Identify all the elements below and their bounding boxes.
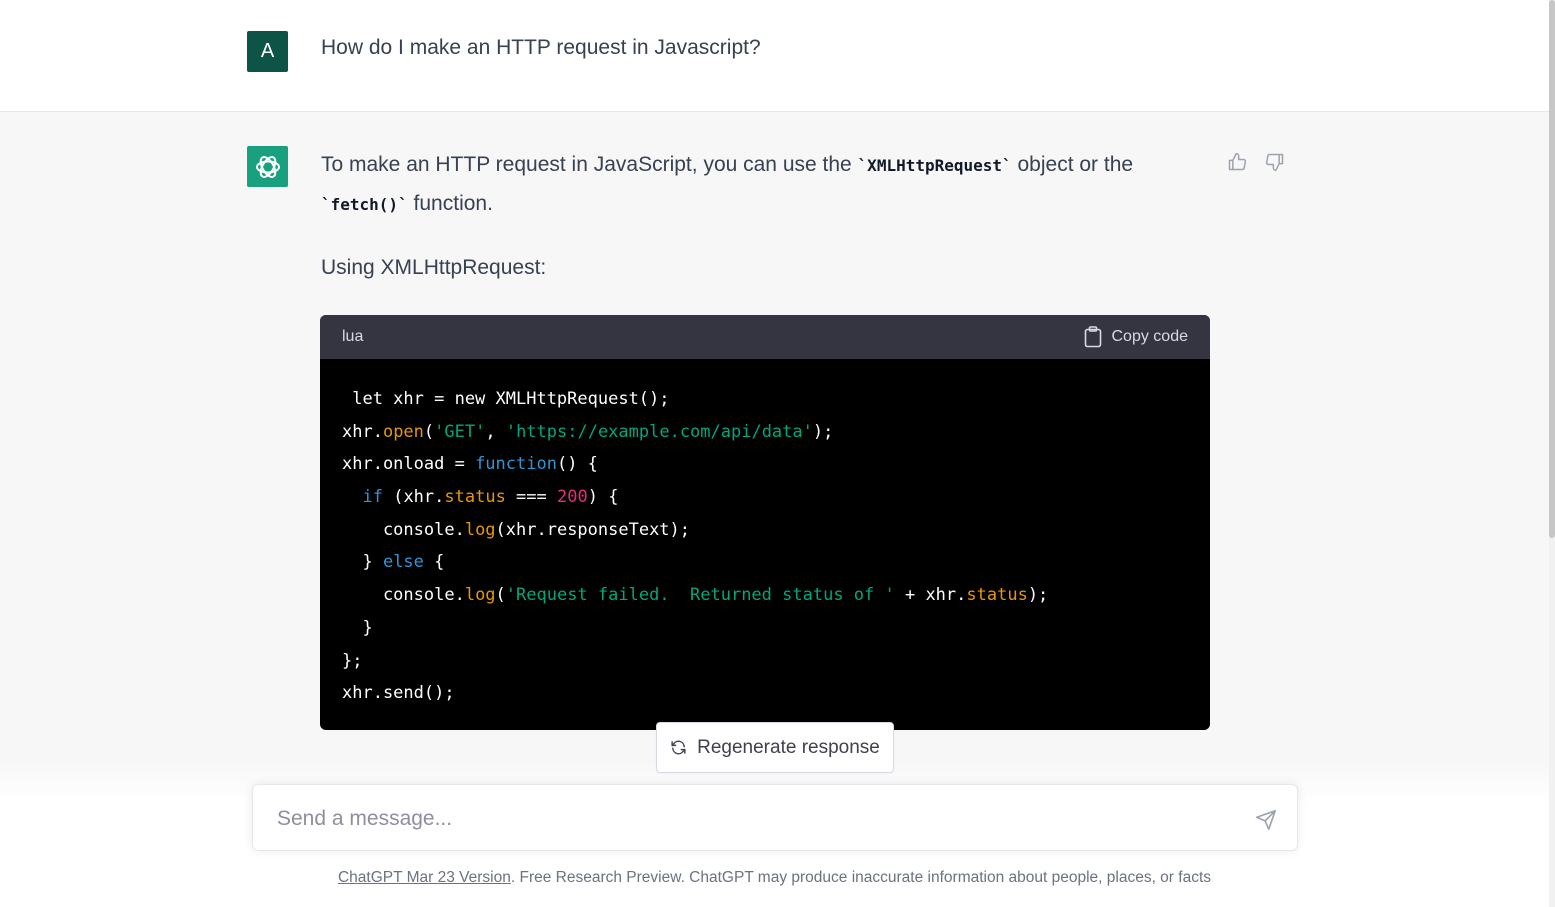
code-token: (xhr. <box>382 487 445 508</box>
intro-text-3: function. <box>407 192 493 215</box>
code-language: lua <box>342 328 364 345</box>
code-token: ( <box>495 585 506 606</box>
code-token: else <box>382 552 424 573</box>
code-token: console. <box>342 519 465 540</box>
thumbs-up-icon <box>1228 152 1247 171</box>
message-input-box <box>252 784 1298 851</box>
code-token: }; <box>342 650 363 671</box>
code-token: 'Request failed. Returned status of ' <box>505 585 895 606</box>
code-token: status <box>444 487 506 508</box>
clipboard-icon <box>1084 326 1101 348</box>
scrollbar[interactable] <box>1549 0 1555 907</box>
code-token: 200 <box>557 487 588 508</box>
intro-text-1: To make an HTTP request in JavaScript, y… <box>321 153 858 176</box>
assistant-avatar <box>247 146 288 187</box>
code-token: 'GET' <box>434 421 486 442</box>
code-token: if <box>362 487 383 508</box>
scrollbar-thumb[interactable] <box>1549 0 1555 538</box>
code-token: + xhr. <box>894 585 967 606</box>
code-line: xhr.send(); <box>342 677 1188 710</box>
copy-code-button[interactable]: Copy code <box>1084 326 1189 348</box>
user-message-row: A How do I make an HTTP request in Javas… <box>0 0 1549 112</box>
user-avatar-letter: A <box>260 40 275 62</box>
send-icon <box>1256 810 1276 830</box>
code-line: console.log(xhr.responseText); <box>342 514 1188 547</box>
copy-code-label: Copy code <box>1111 328 1189 345</box>
code-token: } <box>342 617 373 638</box>
code-line: xhr.open('GET', 'https://example.com/api… <box>342 416 1188 449</box>
intro-code-xmlhttprequest: `XMLHttpRequest` <box>857 156 1012 175</box>
user-avatar: A <box>247 31 288 72</box>
code-line: } else { <box>342 546 1188 579</box>
subheading: Using XMLHttpRequest: <box>321 256 547 279</box>
code-token: { <box>423 552 445 573</box>
assistant-intro: To make an HTTP request in JavaScript, y… <box>321 146 1201 224</box>
code-line: xhr.onload = function() { <box>342 448 1188 481</box>
code-token: === <box>505 487 557 508</box>
code-token: function <box>475 454 557 475</box>
code-line: if (xhr.status === 200) { <box>342 481 1188 514</box>
code-block: lua Copy code let xhr = new XMLHttpReque… <box>320 315 1210 730</box>
code-token: let xhr = new XMLHttpRequest(); <box>342 389 670 409</box>
footer-disclaimer: . Free Research Preview. ChatGPT may pro… <box>510 869 1212 886</box>
message-input[interactable] <box>275 801 1229 837</box>
code-line: }; <box>342 645 1188 678</box>
intro-code-fetch: `fetch()` <box>321 195 408 214</box>
regenerate-button[interactable]: Regenerate response <box>656 722 894 773</box>
code-line: console.log('Request failed. Returned st… <box>342 579 1188 612</box>
code-line: } <box>342 612 1188 645</box>
regenerate-label: Regenerate response <box>697 736 880 758</box>
user-message: How do I make an HTTP request in Javascr… <box>321 36 761 59</box>
send-button[interactable] <box>1255 809 1277 831</box>
refresh-icon <box>671 740 686 755</box>
code-token: open <box>382 421 424 442</box>
openai-logo-icon <box>255 155 280 178</box>
code-token: console. <box>342 585 465 606</box>
code-token: ); <box>812 421 834 442</box>
code-token: xhr.send(); <box>342 683 455 704</box>
code-token: } <box>342 552 383 573</box>
footer: ChatGPT Mar 23 Version. Free Research Pr… <box>0 869 1549 887</box>
code-token: () { <box>556 454 598 475</box>
code-token: , <box>485 421 506 442</box>
code-token: ) { <box>587 487 619 508</box>
feedback-buttons <box>1226 150 1286 174</box>
code-token: ); <box>1027 585 1049 606</box>
code-body: let xhr = new XMLHttpRequest(); xhr.open(… <box>320 359 1210 710</box>
thumbs-down-icon <box>1265 153 1284 172</box>
code-line: let xhr = new XMLHttpRequest(); <box>342 383 1188 416</box>
version-link[interactable]: ChatGPT Mar 23 Version <box>338 869 511 886</box>
code-token: log <box>464 519 496 540</box>
thumbs-up-button[interactable] <box>1226 150 1248 174</box>
intro-text-2: object or the <box>1011 153 1134 176</box>
code-token: status <box>966 585 1028 606</box>
code-token: xhr.onload = <box>342 454 476 475</box>
thumbs-down-button[interactable] <box>1264 150 1286 174</box>
code-token: xhr. <box>342 421 383 442</box>
code-token: (xhr.responseText); <box>495 519 691 540</box>
code-token: ( <box>423 421 435 442</box>
code-token: log <box>464 585 496 606</box>
code-header: lua Copy code <box>320 315 1210 359</box>
code-token: 'https://example.com/api/data' <box>505 421 813 442</box>
